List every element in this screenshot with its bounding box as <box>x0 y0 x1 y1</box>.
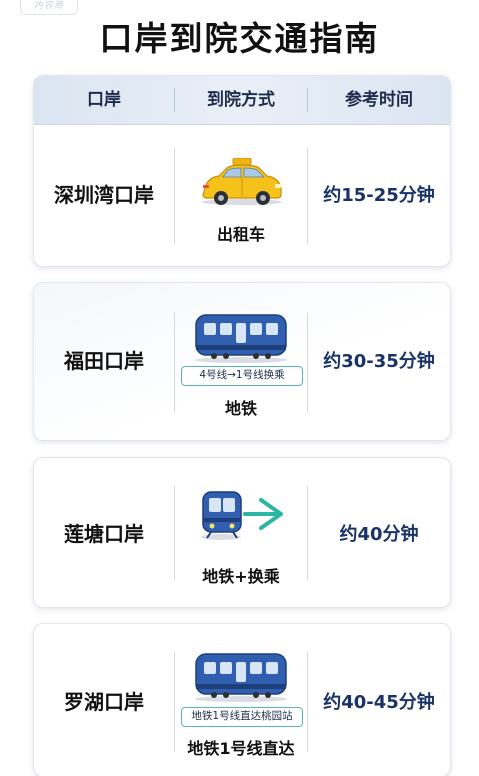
taxi-icon <box>197 158 287 206</box>
table-row-futian: 福田口岸 4号线→1号线换乘 地铁 约30-35分钟 <box>33 282 451 441</box>
page-title: 口岸到院交通指南 <box>99 19 380 58</box>
train-icon <box>192 311 290 363</box>
transport-method: 出租车 <box>175 124 307 266</box>
travel-time: 约40-45分钟 <box>323 692 435 713</box>
route-tag: 4号线→1号线换乘 <box>181 366 303 386</box>
travel-time: 约40分钟 <box>339 524 419 545</box>
method-label: 地铁1号线直达 <box>187 739 295 758</box>
table-header: 口岸 到院方式 参考时间 <box>34 76 450 125</box>
port-name: 莲塘口岸 <box>64 522 144 546</box>
column-header-port: 口岸 <box>87 90 121 110</box>
travel-time: 约30-35分钟 <box>323 351 435 372</box>
port-name: 罗湖口岸 <box>64 690 144 714</box>
method-label: 出租车 <box>216 225 265 244</box>
metro-transfer-icon <box>199 488 287 540</box>
travel-time: 约15-25分钟 <box>323 185 435 206</box>
table-row-luohu: 罗湖口岸 地铁1号线直达桃园站 地铁1号线直达 约40-45分钟 <box>33 623 451 776</box>
table-row-liantang: 莲塘口岸 地铁+换乘 约40分钟 <box>33 457 451 608</box>
page: 内容商 口岸到院交通指南 口岸 到院方式 参考时间 深圳湾口岸 出租车 约15-… <box>0 0 479 776</box>
transport-method: 4号线→1号线换乘 地铁 <box>175 283 307 440</box>
train-icon <box>192 650 290 702</box>
port-name: 福田口岸 <box>64 349 144 373</box>
transport-method: 地铁1号线直达桃园站 地铁1号线直达 <box>175 624 307 776</box>
column-header-time: 参考时间 <box>345 90 413 110</box>
transport-method: 地铁+换乘 <box>175 458 307 607</box>
column-header-method: 到院方式 <box>207 90 275 110</box>
port-name: 深圳湾口岸 <box>54 183 154 207</box>
route-tag: 地铁1号线直达桃园站 <box>181 707 303 727</box>
table-card-header-row: 口岸 到院方式 参考时间 深圳湾口岸 出租车 约15-25分钟 <box>33 75 451 267</box>
method-label: 地铁 <box>224 399 257 418</box>
method-label: 地铁+换乘 <box>202 567 280 586</box>
